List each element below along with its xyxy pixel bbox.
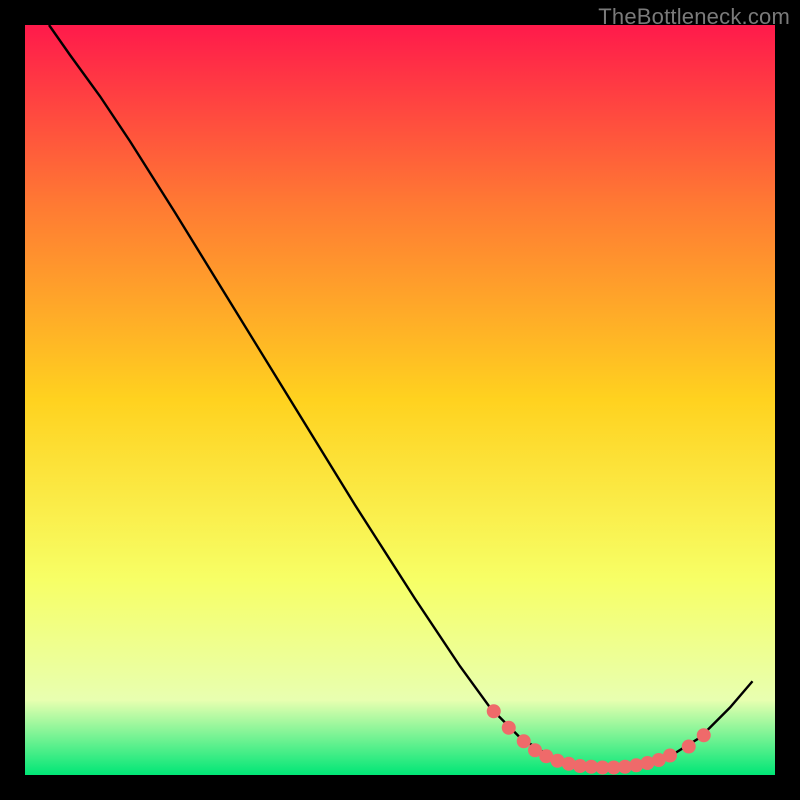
curve-marker xyxy=(487,704,501,718)
curve-marker xyxy=(663,749,677,763)
watermark-text: TheBottleneck.com xyxy=(598,4,790,30)
curve-marker xyxy=(697,728,711,742)
chart-frame: TheBottleneck.com xyxy=(0,0,800,800)
curve-marker xyxy=(502,721,516,735)
curve-marker xyxy=(682,740,696,754)
curve-marker xyxy=(517,734,531,748)
bottleneck-chart xyxy=(0,0,800,800)
plot-background xyxy=(25,25,775,775)
